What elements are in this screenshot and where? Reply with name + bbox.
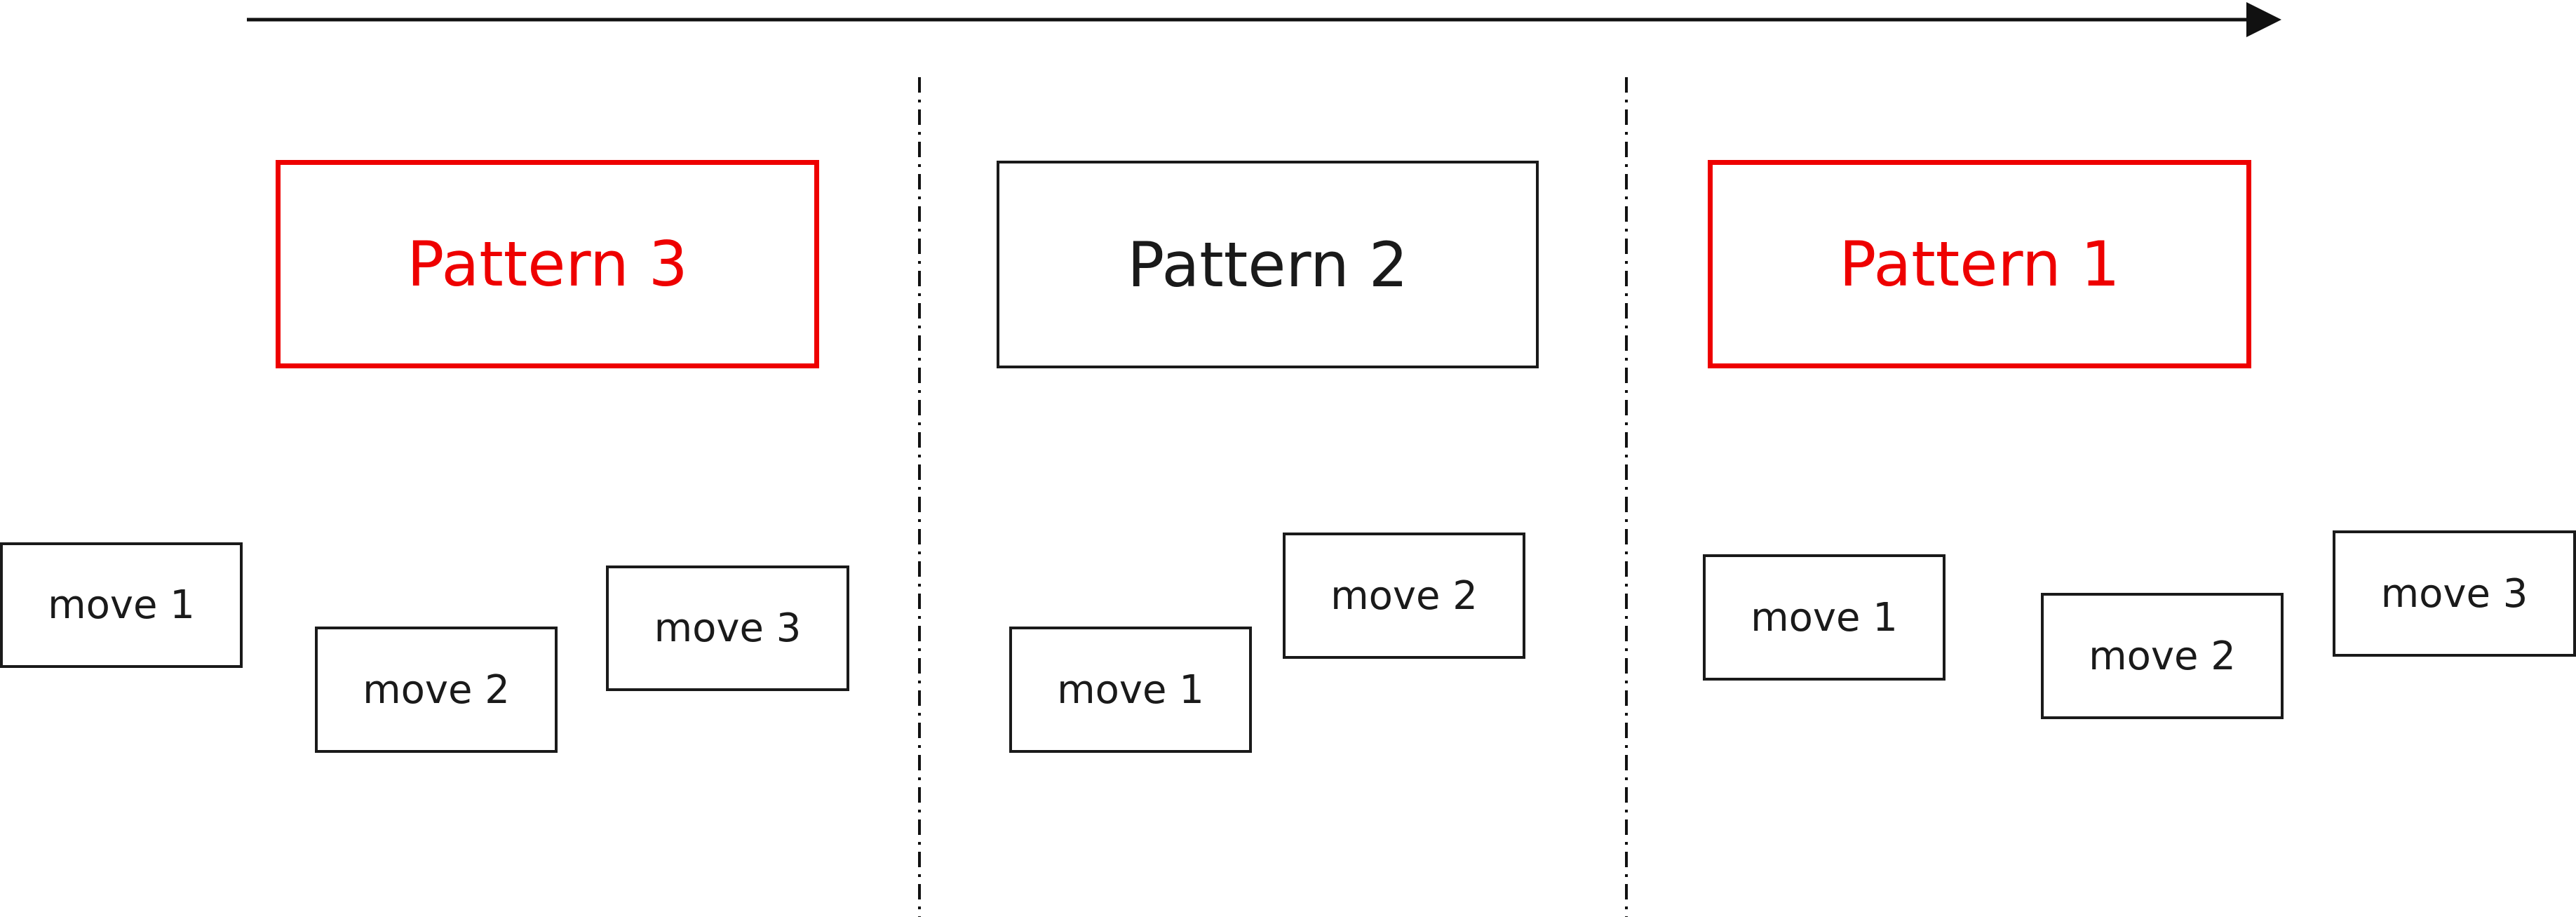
pattern-1-box: Pattern 1	[1708, 160, 2251, 368]
move-box: move 2	[2041, 593, 2284, 719]
connector-layer	[247, 2, 2281, 917]
pattern-3-box: Pattern 3	[276, 160, 819, 368]
move-box: move 2	[1283, 533, 1525, 659]
move-box: move 1	[1009, 627, 1252, 753]
pattern-2-box: Pattern 2	[997, 161, 1539, 368]
move-box: move 1	[0, 542, 243, 668]
move-box: move 3	[606, 565, 849, 691]
move-box: move 1	[1703, 554, 1946, 681]
move-box: move 2	[315, 627, 558, 753]
diagram-canvas: Pattern 3 Pattern 2 Pattern 1 move 1 mov…	[0, 0, 2576, 917]
move-box: move 3	[2333, 530, 2576, 657]
